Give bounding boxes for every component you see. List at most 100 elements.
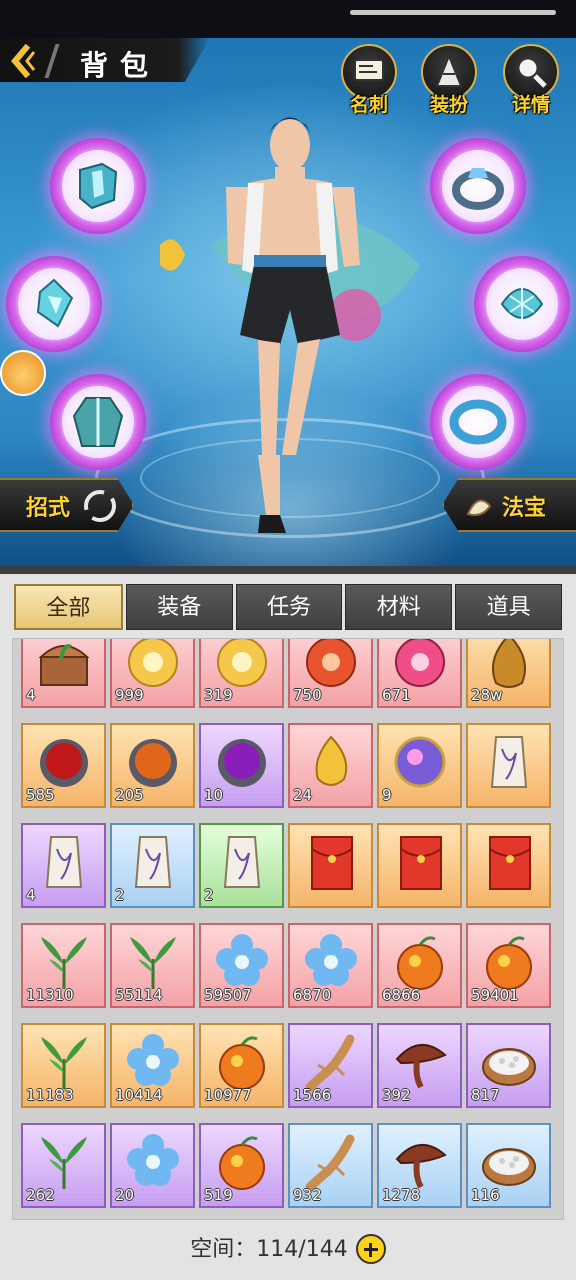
item-quantity: 20 — [115, 1186, 135, 1204]
chevron-left-icon — [11, 43, 36, 79]
inventory-item[interactable]: 6866 — [377, 923, 462, 1008]
red-envelope-icon — [489, 836, 531, 890]
item-quantity: 932 — [293, 1186, 322, 1204]
shell-charm-icon — [500, 284, 544, 324]
inventory-item[interactable]: 999 — [110, 639, 195, 708]
inventory-item[interactable]: 319 — [199, 639, 284, 708]
inventory-panel: 全部 装备 任务 材料 道具 4 999 319 750 671 28w 585 205 10 24 9 4 2… — [0, 566, 576, 1280]
inventory-item[interactable]: 671 — [377, 639, 462, 708]
item-quantity: 59507 — [204, 986, 252, 1004]
item-quantity: 585 — [26, 786, 55, 804]
inventory-item[interactable]: 6870 — [288, 923, 373, 1008]
treasure-button[interactable]: 法宝 — [442, 478, 576, 532]
item-quantity: 2 — [115, 886, 125, 904]
inventory-item[interactable]: 4 — [21, 823, 106, 908]
item-quantity: 6866 — [382, 986, 421, 1004]
inventory-item[interactable] — [466, 723, 551, 808]
expand-capacity-button[interactable] — [355, 1233, 386, 1264]
inventory-grid: 4 999 319 750 671 28w 585 205 10 24 9 4 2 2 11310 55114… — [21, 639, 551, 1208]
inventory-item[interactable]: 10 — [199, 723, 284, 808]
talisman-icon — [490, 736, 528, 788]
item-quantity: 10 — [204, 786, 224, 804]
equip-slot-charm[interactable] — [474, 256, 570, 352]
details-button[interactable]: 详情 — [498, 44, 564, 116]
inventory-item[interactable]: 55114 — [110, 923, 195, 1008]
back-button[interactable] — [6, 43, 42, 79]
equip-slot-pendant[interactable] — [6, 256, 102, 352]
inventory-item[interactable]: 24 — [288, 723, 373, 808]
helper-pet-avatar[interactable] — [0, 350, 46, 396]
talisman-icon — [134, 836, 172, 888]
item-quantity: 817 — [471, 1086, 500, 1104]
talisman-icon — [223, 836, 261, 888]
inventory-item[interactable]: 1278 — [377, 1123, 462, 1208]
item-quantity: 11310 — [26, 986, 74, 1004]
inventory-item[interactable]: 9 — [377, 723, 462, 808]
inventory-item[interactable]: 2 — [199, 823, 284, 908]
inventory-item[interactable]: 392 — [377, 1023, 462, 1108]
inventory-item[interactable]: 932 — [288, 1123, 373, 1208]
item-quantity: 2 — [204, 886, 214, 904]
inventory-item[interactable]: 59507 — [199, 923, 284, 1008]
item-quantity: 519 — [204, 1186, 233, 1204]
inventory-item[interactable]: 205 — [110, 723, 195, 808]
inventory-item[interactable]: 11183 — [21, 1023, 106, 1108]
swirl-icon — [84, 490, 116, 522]
conch-icon — [466, 499, 492, 516]
inventory-tabs: 全部 装备 任务 材料 道具 — [14, 584, 562, 630]
skill-label: 招式 — [26, 496, 71, 521]
inventory-item[interactable]: 59401 — [466, 923, 551, 1008]
inventory-item[interactable]: 10414 — [110, 1023, 195, 1108]
item-quantity: 28w — [471, 686, 503, 704]
item-quantity: 1566 — [293, 1086, 332, 1104]
item-quantity: 11183 — [26, 1086, 74, 1104]
item-quantity: 999 — [115, 686, 144, 704]
item-quantity: 59401 — [471, 986, 519, 1004]
inventory-item[interactable]: 262 — [21, 1123, 106, 1208]
inventory-item[interactable]: 1566 — [288, 1023, 373, 1108]
inventory-item[interactable]: 116 — [466, 1123, 551, 1208]
inventory-item[interactable]: 20 — [110, 1123, 195, 1208]
tab-2[interactable]: 任务 — [235, 584, 343, 630]
item-quantity: 24 — [293, 786, 313, 804]
capacity-value: 114/144 — [256, 1237, 348, 1262]
item-quantity: 9 — [382, 786, 392, 804]
pendant-icon — [36, 278, 74, 328]
item-quantity: 319 — [204, 686, 233, 704]
item-quantity: 6870 — [293, 986, 332, 1004]
item-quantity: 1278 — [382, 1186, 421, 1204]
inventory-item[interactable]: 11310 — [21, 923, 106, 1008]
inventory-item[interactable]: 28w — [466, 639, 551, 708]
inventory-item[interactable]: 4 — [21, 639, 106, 708]
inventory-item[interactable]: 585 — [21, 723, 106, 808]
tab-3[interactable]: 材料 — [345, 584, 453, 630]
inventory-item[interactable] — [377, 823, 462, 908]
capacity-label: 空间： — [190, 1237, 257, 1262]
item-quantity: 671 — [382, 686, 411, 704]
treasure-chest-icon — [38, 644, 90, 686]
tab-1[interactable]: 装备 — [125, 584, 233, 630]
skill-button[interactable]: 招式 — [0, 478, 134, 532]
treasure-label: 法宝 — [502, 496, 547, 521]
tab-0[interactable]: 全部 — [14, 584, 123, 630]
details-label: 详情 — [511, 94, 550, 116]
inventory-item[interactable]: 519 — [199, 1123, 284, 1208]
character-model[interactable] — [130, 95, 450, 575]
tab-4[interactable]: 道具 — [455, 584, 562, 630]
inventory-item[interactable]: 10977 — [199, 1023, 284, 1108]
helmet-icon — [79, 162, 118, 210]
item-quantity: 4 — [26, 886, 36, 904]
ring-icon — [452, 168, 504, 210]
inventory-item[interactable]: 750 — [288, 639, 373, 708]
item-quantity: 10414 — [115, 1086, 163, 1104]
inventory-grid-frame[interactable]: 4 999 319 750 671 28w 585 205 10 24 9 4 2 2 11310 55114… — [12, 638, 564, 1220]
item-quantity: 55114 — [115, 986, 163, 1004]
bracelet-icon — [449, 399, 507, 445]
inventory-item[interactable]: 2 — [110, 823, 195, 908]
red-envelope-icon — [311, 836, 353, 890]
inventory-item[interactable] — [466, 823, 551, 908]
inventory-item[interactable]: 817 — [466, 1023, 551, 1108]
inventory-item[interactable] — [288, 823, 373, 908]
red-envelope-icon — [400, 836, 442, 890]
page-title: 背包 — [80, 49, 161, 82]
